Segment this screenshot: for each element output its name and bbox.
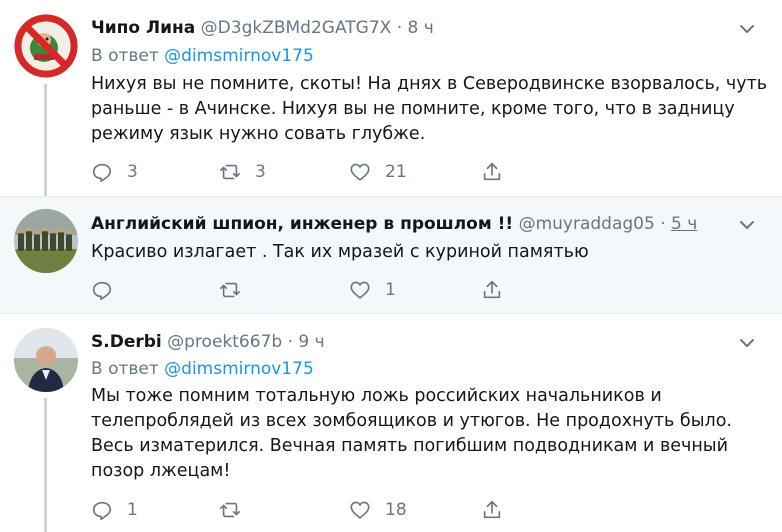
tweet-text-line: Красиво излагает . Так их мразей с курин…: [91, 242, 589, 262]
reply-count: 3: [127, 162, 138, 182]
like-count: 1: [385, 280, 396, 300]
tweet-header: Английский шпион, инженер в прошлом !! @…: [91, 213, 697, 235]
share-button[interactable]: [481, 160, 503, 184]
reply-icon: [92, 163, 112, 183]
share-button[interactable]: [481, 278, 503, 302]
share-icon: [483, 500, 501, 519]
tweet-actions: 3 3 21: [91, 160, 511, 184]
tweet-actions: 1 18: [91, 498, 511, 522]
tweet-header: S.Derbi @proekt667b · 9 ч: [91, 331, 325, 353]
group-photo-avatar-icon: [14, 209, 78, 273]
user-handle[interactable]: @D3gkZBMd2GATG7X: [201, 18, 392, 38]
display-name[interactable]: Английский шпион, инженер в прошлом !!: [91, 214, 513, 234]
avatar[interactable]: [14, 14, 78, 78]
retweet-button[interactable]: 3: [219, 160, 266, 184]
tweet-1[interactable]: Чипо Лина @D3gkZBMd2GATG7X · 8 ч В ответ…: [0, 0, 782, 196]
tweet-3[interactable]: S.Derbi @proekt667b · 9 ч В ответ @dimsm…: [0, 314, 782, 532]
reply-mention-link[interactable]: @dimsmirnov175: [164, 359, 314, 379]
tweet-text-line: раньше - в Ачинске. Нихуя вы не помните,…: [91, 99, 735, 119]
timestamp[interactable]: 9 ч: [298, 332, 324, 352]
retweet-count: 3: [255, 162, 266, 182]
separator-dot: ·: [660, 214, 666, 234]
tweet-text-line: Мы тоже помним тотальную ложь российских…: [91, 386, 662, 406]
tweet-text-line: Нихуя вы не помните, скоты! На днях в Се…: [91, 74, 768, 94]
chevron-down-icon[interactable]: [738, 20, 756, 38]
heart-icon: [350, 501, 370, 519]
like-count: 18: [385, 500, 407, 520]
retweet-icon: [220, 282, 240, 298]
thread-line: [44, 398, 47, 532]
timestamp[interactable]: 5 ч: [671, 214, 697, 234]
like-count: 21: [385, 162, 407, 182]
tweet-text: Нихуя вы не помните, скоты! На днях в Се…: [91, 72, 768, 147]
like-button[interactable]: 21: [349, 160, 407, 184]
reply-button[interactable]: 3: [91, 160, 138, 184]
tweet-text-line: режиму язык нужно совать глубже.: [91, 124, 426, 144]
retweet-button[interactable]: [219, 498, 255, 522]
chevron-down-icon[interactable]: [738, 216, 756, 234]
separator-dot: ·: [287, 332, 293, 352]
tweet-header: Чипо Лина @D3gkZBMd2GATG7X · 8 ч: [91, 17, 434, 39]
heart-icon: [350, 163, 370, 181]
timestamp[interactable]: 8 ч: [408, 18, 434, 38]
man-portrait-avatar-icon: [14, 328, 78, 392]
reply-button[interactable]: 1: [91, 498, 138, 522]
reply-context: В ответ @dimsmirnov175: [91, 358, 314, 380]
like-button[interactable]: 1: [349, 278, 396, 302]
tweet-text: Мы тоже помним тотальную ложь российских…: [91, 384, 741, 484]
tweet-text-line: Весь изматерился. Вечная память погибшим…: [91, 436, 728, 456]
reply-icon: [92, 281, 112, 301]
reply-prefix: В ответ: [91, 359, 159, 379]
tweet-text-line: телепроблядей из всех зомбоящиков и утюг…: [91, 411, 732, 431]
chevron-down-icon[interactable]: [738, 334, 756, 352]
avatar[interactable]: [14, 209, 78, 273]
tweet-actions: 1: [91, 278, 511, 302]
tweet-text: Красиво излагает . Так их мразей с курин…: [91, 240, 741, 265]
retweet-icon: [220, 502, 240, 518]
reply-context: В ответ @dimsmirnov175: [91, 45, 314, 67]
user-handle[interactable]: @proekt667b: [167, 332, 282, 352]
reply-button[interactable]: [91, 278, 127, 302]
reply-mention-link[interactable]: @dimsmirnov175: [164, 46, 314, 66]
tweet-2[interactable]: Английский шпион, инженер в прошлом !! @…: [0, 196, 782, 314]
display-name[interactable]: S.Derbi: [91, 332, 162, 352]
share-icon: [483, 162, 501, 181]
heart-icon: [350, 281, 370, 299]
reply-prefix: В ответ: [91, 46, 159, 66]
share-icon: [483, 280, 501, 299]
avatar[interactable]: [14, 328, 78, 392]
reply-count: 1: [127, 500, 138, 520]
like-button[interactable]: 18: [349, 498, 407, 522]
reply-icon: [92, 501, 112, 521]
tweet-text-line: позор лжецам!: [91, 461, 231, 481]
separator-dot: ·: [396, 18, 403, 38]
display-name[interactable]: Чипо Лина: [91, 18, 195, 38]
share-button[interactable]: [481, 498, 503, 522]
no-symbol-avatar-icon: [14, 14, 78, 78]
retweet-button[interactable]: [219, 278, 255, 302]
thread-line: [44, 84, 47, 196]
retweet-icon: [220, 164, 240, 180]
user-handle[interactable]: @muyraddag05: [519, 214, 655, 234]
